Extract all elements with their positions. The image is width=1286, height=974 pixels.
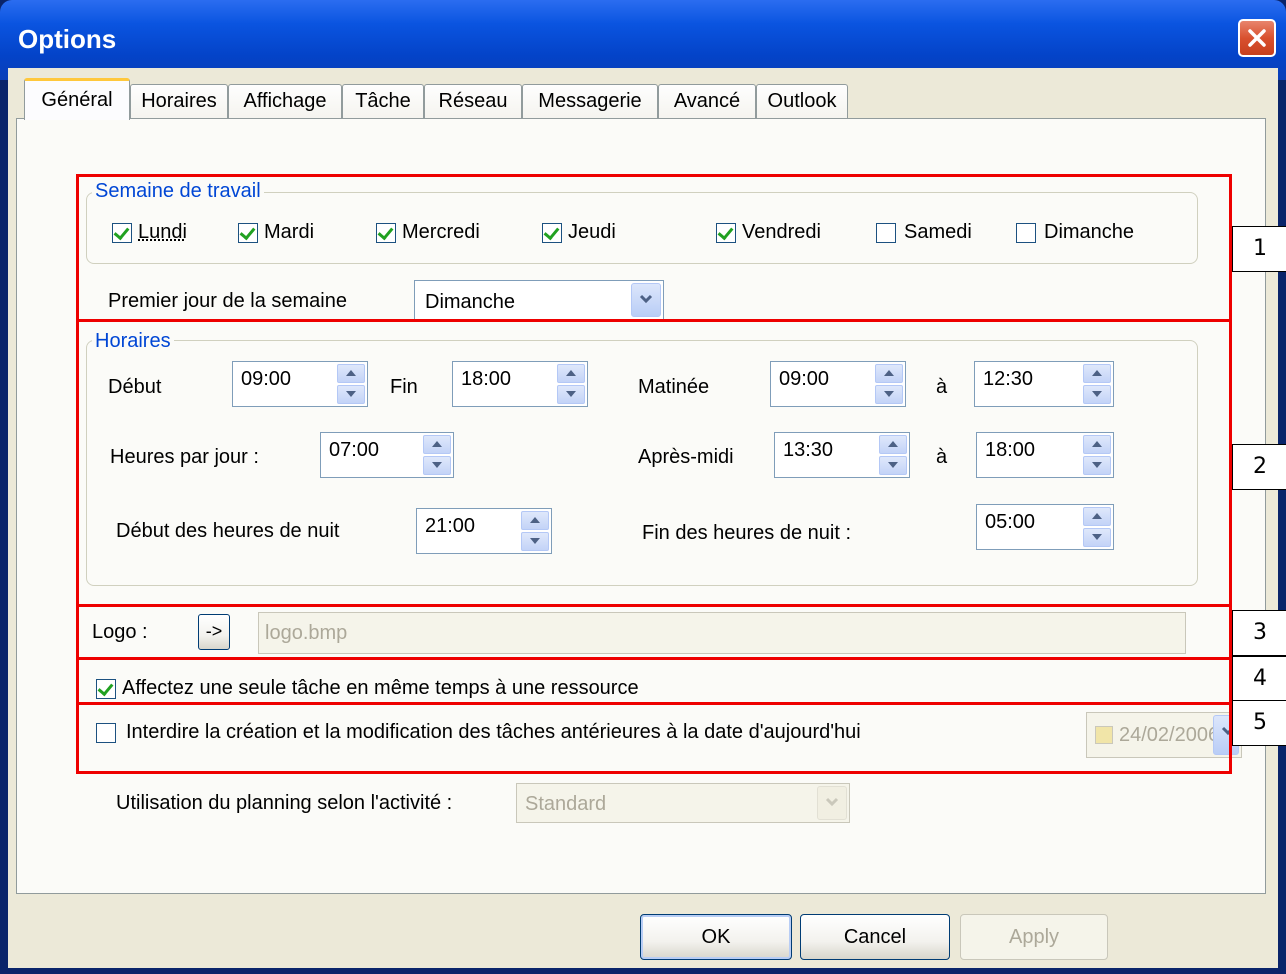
chevron-down-icon: [825, 797, 839, 807]
tab-horaires[interactable]: Horaires: [130, 84, 228, 120]
annotation-number-5: 5: [1232, 700, 1286, 746]
activity-value: Standard: [525, 793, 607, 815]
annotation-number-1: 1: [1232, 226, 1286, 272]
tab-outlook[interactable]: Outlook: [756, 84, 848, 120]
activity-select[interactable]: Standard: [516, 783, 850, 823]
annotation-number-3: 3: [1232, 610, 1286, 656]
annotation-box-3: [76, 604, 1232, 660]
cancel-button[interactable]: Cancel: [800, 914, 950, 960]
tab-general[interactable]: Général: [24, 78, 130, 120]
activity-label: Utilisation du planning selon l'activité…: [116, 792, 453, 814]
tab-reseau[interactable]: Réseau: [424, 84, 522, 120]
annotation-box-4: [76, 657, 1232, 705]
window-title: Options: [18, 24, 117, 54]
annotation-box-1: [76, 174, 1232, 322]
annotation-box-2: [76, 319, 1232, 607]
tab-avance[interactable]: Avancé: [658, 84, 756, 120]
annotation-number-2: 2: [1232, 444, 1286, 490]
tab-tache[interactable]: Tâche: [342, 84, 424, 120]
ok-button[interactable]: OK: [640, 914, 792, 960]
annotation-number-4: 4: [1232, 656, 1286, 702]
tab-messagerie[interactable]: Messagerie: [522, 84, 658, 120]
apply-button[interactable]: Apply: [960, 914, 1108, 960]
activity-dropdown-button[interactable]: [817, 786, 847, 820]
close-button[interactable]: [1238, 19, 1276, 57]
close-icon: [1248, 29, 1266, 47]
tab-affichage[interactable]: Affichage: [228, 84, 342, 120]
annotation-box-5: [76, 702, 1232, 774]
